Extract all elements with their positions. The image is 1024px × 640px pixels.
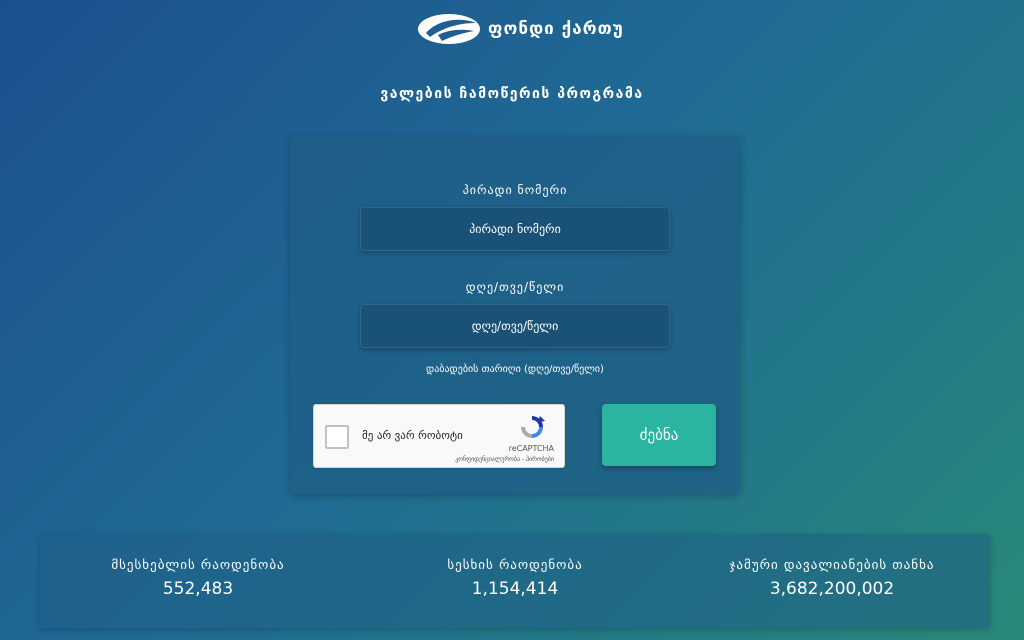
search-button[interactable]: ძებნა bbox=[602, 404, 716, 466]
personal-id-label: პირადი ნომერი bbox=[462, 183, 568, 197]
brand-name: ფონდი ქართუ bbox=[488, 19, 624, 39]
brand-logo[interactable]: ფონდი ქართუ bbox=[416, 10, 624, 48]
recaptcha-logo-icon bbox=[521, 416, 545, 438]
birth-date-label: დღე/თვე/წელი bbox=[465, 280, 565, 294]
stat-total-debt: ჯამური დავალიანების თანხა 3,682,200,002 bbox=[674, 534, 990, 599]
recaptcha-widget: მე არ ვარ რობოტი reCAPTCHA კონფიდენციალუ… bbox=[313, 404, 565, 468]
recaptcha-checkbox[interactable] bbox=[325, 425, 349, 449]
kartu-swoosh-icon bbox=[418, 14, 480, 44]
search-form: პირადი ნომერი დღე/თვე/წელი დაბადების თარ… bbox=[290, 136, 740, 494]
recaptcha-privacy-links[interactable]: კონფიდენციალურობა - პირობები bbox=[455, 456, 554, 463]
personal-id-input[interactable] bbox=[360, 207, 670, 251]
recaptcha-brand: reCAPTCHA bbox=[508, 444, 554, 453]
stat-label: ჯამური დავალიანების თანხა bbox=[729, 558, 935, 573]
birth-date-input[interactable] bbox=[360, 304, 670, 348]
stat-value: 552,483 bbox=[162, 579, 234, 599]
stat-value: 1,154,414 bbox=[471, 579, 559, 599]
stats-bar: მსესხებლის რაოდენობა 552,483 სესხის რაოდ… bbox=[40, 534, 990, 628]
stat-borrowers: მსესხებლის რაოდენობა 552,483 bbox=[40, 534, 356, 599]
recaptcha-label: მე არ ვარ რობოტი bbox=[362, 429, 463, 442]
stat-value: 3,682,200,002 bbox=[769, 579, 895, 599]
stat-label: მსესხებლის რაოდენობა bbox=[111, 558, 285, 573]
birth-date-hint: დაბადების თარიღი (დღე/თვე/წელი) bbox=[426, 364, 604, 375]
stat-loans: სესხის რაოდენობა 1,154,414 bbox=[357, 534, 673, 599]
page-title: ვალების ჩამოწერის პროგრამა bbox=[380, 86, 644, 102]
stat-label: სესხის რაოდენობა bbox=[447, 558, 583, 573]
